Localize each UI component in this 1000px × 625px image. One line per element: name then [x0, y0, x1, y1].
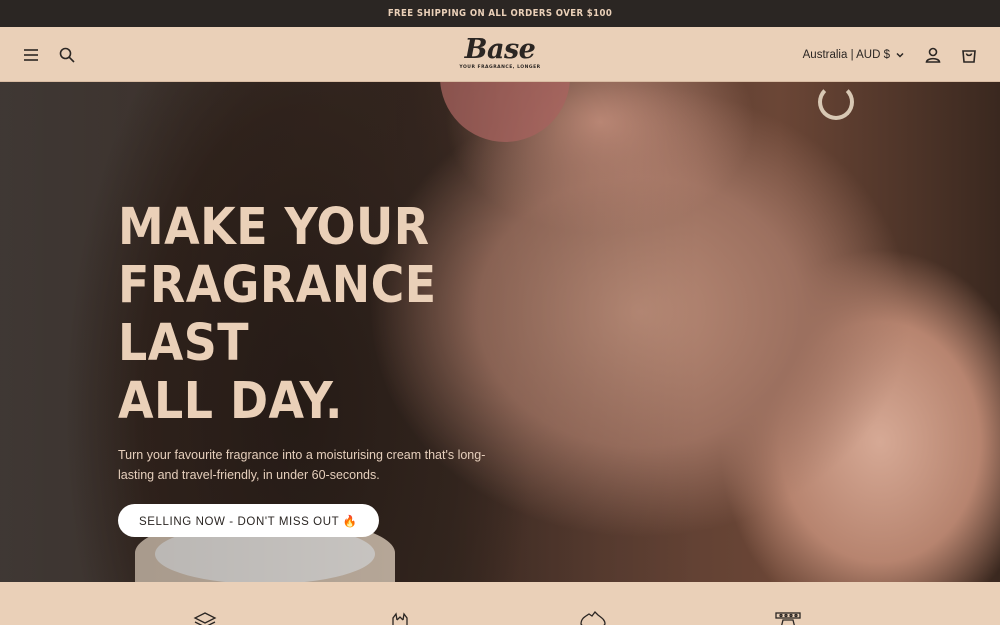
shop-now-button[interactable]: SELLING NOW - DON'T MISS OUT 🔥 — [118, 504, 379, 537]
packaging-icon — [773, 610, 803, 625]
search-icon[interactable] — [56, 44, 78, 66]
layers-icon — [190, 610, 220, 625]
hero-title-line-3: ALL DAY. — [118, 372, 343, 431]
hero-content: MAKE YOUR FRAGRANCE LAST ALL DAY. Turn y… — [118, 199, 518, 537]
hero-title: MAKE YOUR FRAGRANCE LAST ALL DAY. — [118, 199, 518, 431]
site-header: Base YOUR FRAGRANCE, LONGER Australia | … — [0, 27, 1000, 82]
hero-subtitle: Turn your favourite fragrance into a moi… — [118, 448, 486, 482]
shop-now-button-label: SELLING NOW - DON'T MISS OUT 🔥 — [139, 515, 358, 528]
hero-banner: MAKE YOUR FRAGRANCE LAST ALL DAY. Turn y… — [0, 82, 1000, 582]
australia-map-icon — [578, 610, 608, 625]
hands-icon — [385, 610, 415, 625]
chevron-down-icon — [896, 52, 904, 58]
locale-label: Australia | AUD $ — [802, 48, 890, 61]
locale-selector[interactable]: Australia | AUD $ — [803, 49, 904, 61]
announcement-text: FREE SHIPPING ON ALL ORDERS OVER $100 — [387, 8, 613, 19]
logo-wordmark: Base — [464, 34, 536, 65]
logo[interactable]: Base YOUR FRAGRANCE, LONGER — [459, 34, 541, 71]
logo-tagline: YOUR FRAGRANCE, LONGER — [459, 65, 541, 70]
menu-icon[interactable] — [20, 44, 42, 66]
announcement-bar: FREE SHIPPING ON ALL ORDERS OVER $100 — [0, 0, 1000, 27]
features-strip — [0, 582, 1000, 625]
cart-icon[interactable] — [958, 44, 980, 66]
account-icon[interactable] — [922, 44, 944, 66]
hero-title-line-2: FRAGRANCE LAST — [118, 256, 437, 373]
hero-title-line-1: MAKE YOUR — [118, 198, 430, 257]
